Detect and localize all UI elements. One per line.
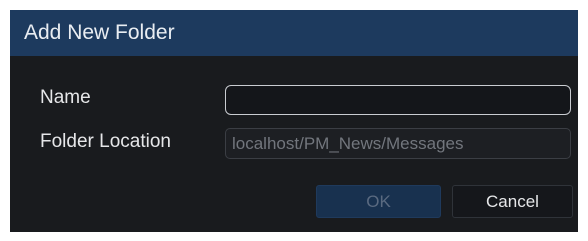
add-new-folder-dialog: Add New Folder Name Folder Location loca… (10, 10, 578, 232)
ok-button[interactable]: OK (316, 185, 441, 218)
dialog-title: Add New Folder (24, 21, 175, 44)
name-label: Name (40, 87, 91, 108)
folder-location-label: Folder Location (40, 131, 171, 152)
folder-location-field: localhost/PM_News/Messages (225, 128, 571, 159)
cancel-button[interactable]: Cancel (452, 185, 573, 218)
dialog-title-bar: Add New Folder (10, 10, 578, 56)
name-input[interactable] (225, 85, 571, 115)
